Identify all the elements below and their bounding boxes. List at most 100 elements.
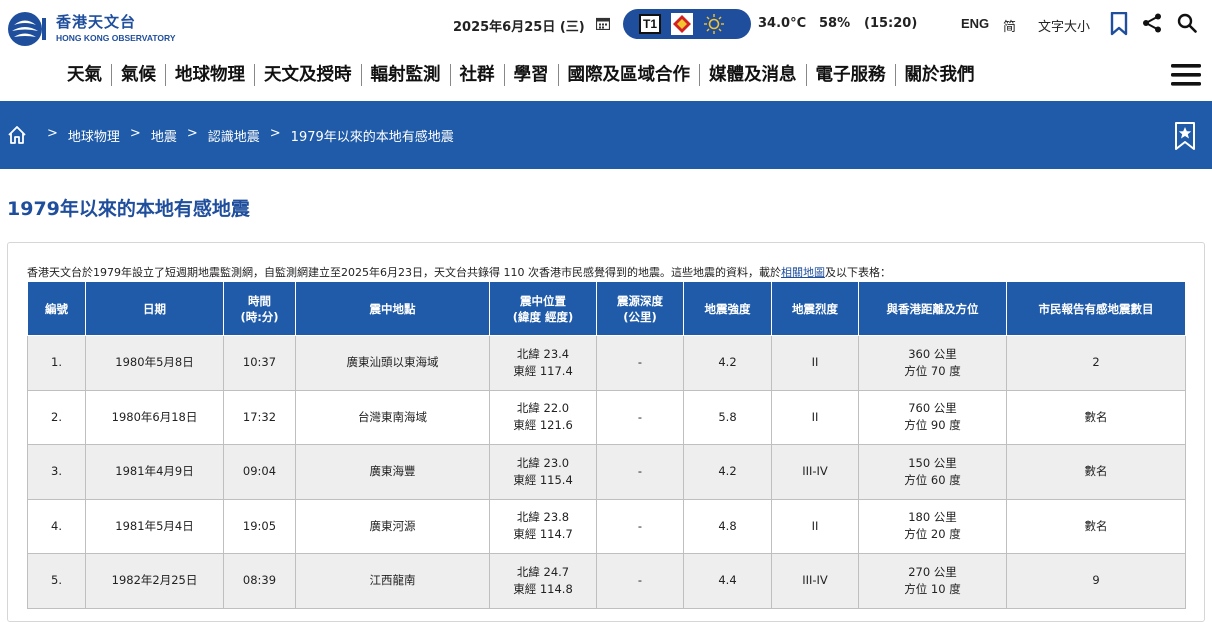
cell-reports: 數名 (1006, 498, 1186, 554)
col-header-intensity: 地震烈度 (771, 281, 859, 336)
cell-intensity: III-IV (771, 553, 859, 609)
hamburger-icon[interactable] (1170, 62, 1202, 88)
cell-time: 10:37 (223, 335, 296, 391)
share-icon[interactable] (1142, 13, 1162, 33)
col-header-place: 震中地點 (295, 281, 490, 336)
breadcrumb-separator: > (129, 126, 141, 141)
main-nav: 天氣 氣候 地球物理 天文及授時 輻射監測 社群 學習 國際及區域合作 媒體及消… (58, 58, 984, 92)
cell-distance: 270 公里 方位 10 度 (858, 553, 1007, 609)
cell-lat: 北緯 22.0 (516, 401, 570, 416)
cell-lon: 東經 121.6 (513, 418, 573, 433)
cell-position: 北緯 24.7 東經 114.8 (489, 553, 597, 609)
cell-position: 北緯 23.4 東經 117.4 (489, 335, 597, 391)
cell-date: 1981年5月4日 (85, 498, 224, 554)
cell-distance: 760 公里 方位 90 度 (858, 389, 1007, 445)
col-header-position: 震中位置 (緯度 經度) (489, 281, 597, 336)
nav-community[interactable]: 社群 (451, 64, 505, 86)
breadcrumb: > 地球物理 > 地震 > 認識地震 > 1979年以來的本地有感地震 (37, 126, 454, 145)
logo-english: HONG KONG OBSERVATORY (56, 33, 176, 44)
cell-position: 北緯 23.8 東經 114.7 (489, 498, 597, 554)
nav-weather[interactable]: 天氣 (58, 64, 112, 86)
search-icon[interactable] (1177, 13, 1197, 33)
cell-distance: 180 公里 方位 20 度 (858, 498, 1007, 554)
cell-place: 廣東河源 (295, 498, 490, 554)
breadcrumb-separator: > (47, 126, 58, 141)
cell-reports: 數名 (1006, 444, 1186, 500)
table-row: 2. 1980年6月18日 17:32 台灣東南海域 北緯 22.0 東經 121… (27, 389, 1186, 445)
nav-international[interactable]: 國際及區域合作 (559, 64, 700, 86)
logo-chinese: 香港天文台 (56, 13, 137, 32)
cell-position: 北緯 23.0 東經 115.4 (489, 444, 597, 500)
cell-place: 台灣東南海域 (295, 389, 490, 445)
breadcrumb-separator: > (269, 126, 281, 141)
update-time: (15:20) (864, 16, 918, 31)
calendar-icon[interactable] (596, 17, 610, 30)
cell-time: 09:04 (223, 444, 296, 500)
current-date: 2025年6月25日 (三) (453, 20, 585, 35)
cell-no: 2. (27, 389, 86, 445)
breadcrumb-current: 1979年以來的本地有感地震 (290, 130, 454, 145)
cell-no: 3. (27, 444, 86, 500)
cell-bearing: 方位 10 度 (904, 581, 961, 596)
typhoon-signal-icon[interactable]: T1 (639, 14, 661, 34)
breadcrumb-geophysics[interactable]: 地球物理 (68, 126, 120, 145)
cell-lat: 北緯 23.4 (516, 346, 570, 361)
sunny-icon[interactable] (703, 13, 725, 35)
cell-intensity: II (771, 335, 859, 391)
table-row: 3. 1981年4月9日 09:04 廣東海豐 北緯 23.0 東經 115.4 … (27, 444, 1186, 500)
cell-place: 江西龍南 (295, 553, 490, 609)
nav-climate[interactable]: 氣候 (112, 64, 166, 86)
cell-depth: - (596, 444, 684, 500)
col-header-time: 時間 (時:分) (223, 281, 296, 336)
cell-distance: 360 公里 方位 70 度 (858, 335, 1007, 391)
cell-date: 1980年6月18日 (85, 389, 224, 445)
table-row: 4. 1981年5月4日 19:05 廣東河源 北緯 23.8 東經 114.7 … (27, 498, 1186, 554)
cell-position: 北緯 22.0 東經 121.6 (489, 389, 597, 445)
cell-bearing: 方位 20 度 (904, 527, 961, 542)
cell-distance: 150 公里 方位 60 度 (858, 444, 1007, 500)
breadcrumb-separator: > (186, 126, 198, 141)
table-header-row: 編號 日期 時間 (時:分) 震中地點 震中位置 (緯度 經度) 震源深度 (公… (27, 281, 1186, 336)
cell-lat: 北緯 23.0 (516, 455, 570, 470)
cell-depth: - (596, 553, 684, 609)
page-title: 1979年以來的本地有感地震 (7, 198, 250, 220)
favourite-icon[interactable] (1174, 121, 1196, 151)
lang-english-link[interactable]: ENG (961, 16, 989, 31)
nav-about[interactable]: 關於我們 (896, 64, 984, 86)
cell-magnitude: 4.2 (683, 444, 772, 500)
related-map-link[interactable]: 相關地圖 (781, 266, 825, 279)
cell-lon: 東經 115.4 (513, 472, 573, 487)
nav-geophysics[interactable]: 地球物理 (166, 64, 255, 86)
nav-eservices[interactable]: 電子服務 (807, 64, 896, 86)
cell-depth: - (596, 498, 684, 554)
nav-learning[interactable]: 學習 (505, 64, 559, 86)
nav-radiation[interactable]: 輻射監測 (362, 64, 451, 86)
table-row: 5. 1982年2月25日 08:39 江西龍南 北緯 24.7 東經 114.8… (27, 553, 1186, 609)
cell-intensity: II (771, 389, 859, 445)
hko-logo-icon (8, 12, 46, 46)
cell-distance-km: 150 公里 (908, 455, 957, 470)
cell-intensity: III-IV (771, 444, 859, 500)
cell-bearing: 方位 70 度 (904, 363, 961, 378)
breadcrumb-learn-earthquake[interactable]: 認識地震 (208, 126, 260, 145)
cell-magnitude: 4.8 (683, 498, 772, 554)
bookmark-icon[interactable] (1110, 12, 1128, 36)
col-header-reports: 市民報告有感地震數目 (1006, 281, 1186, 336)
cell-distance-km: 270 公里 (908, 564, 957, 579)
col-header-date: 日期 (85, 281, 224, 336)
hot-weather-icon[interactable] (671, 13, 693, 35)
temperature: 34.0°C (758, 16, 807, 31)
font-size-button[interactable]: 文字大小 (1038, 16, 1090, 35)
cell-no: 5. (27, 553, 86, 609)
nav-media[interactable]: 媒體及消息 (700, 64, 807, 86)
cell-no: 1. (27, 335, 86, 391)
cell-bearing: 方位 90 度 (904, 418, 961, 433)
hko-logo[interactable]: 香港天文台 HONG KONG OBSERVATORY (6, 10, 196, 48)
lang-simplified-link[interactable]: 简 (1003, 16, 1016, 35)
cell-lat: 北緯 23.8 (516, 510, 570, 525)
warning-signals[interactable]: T1 (623, 9, 751, 39)
breadcrumb-earthquake[interactable]: 地震 (151, 126, 177, 145)
home-icon[interactable] (7, 125, 27, 145)
nav-astronomy-time[interactable]: 天文及授時 (255, 64, 362, 86)
cell-time: 17:32 (223, 389, 296, 445)
